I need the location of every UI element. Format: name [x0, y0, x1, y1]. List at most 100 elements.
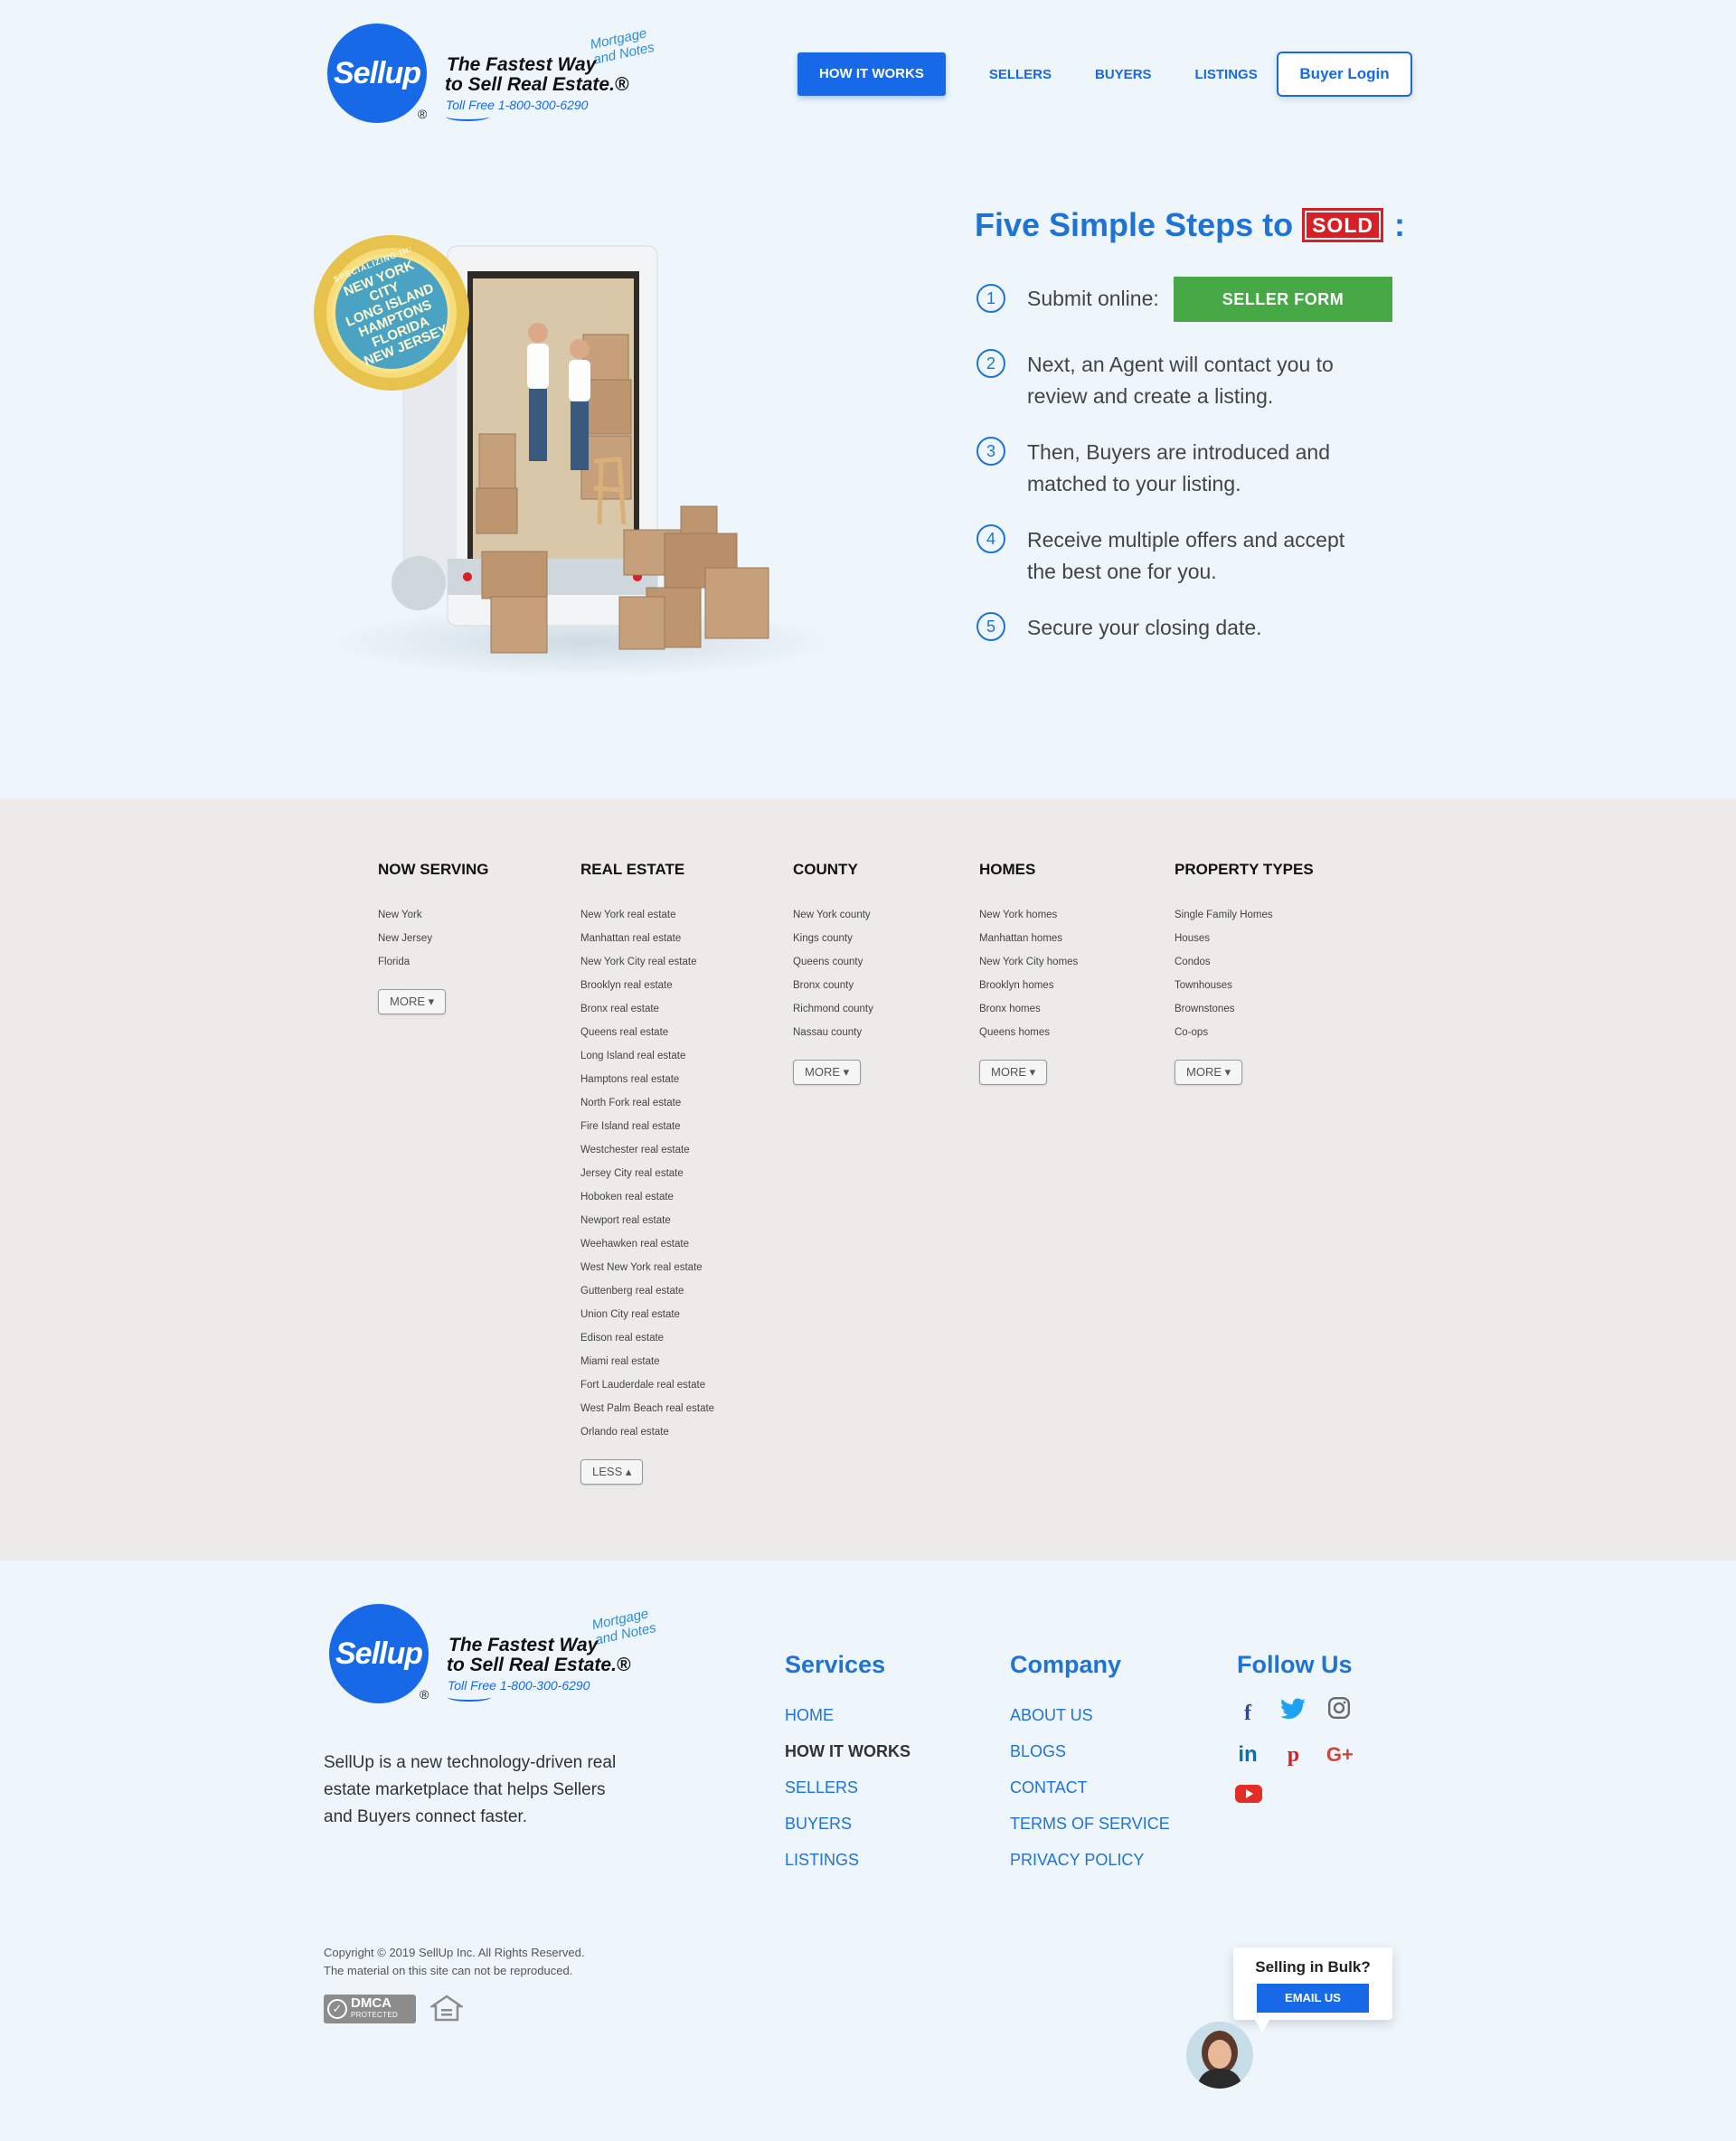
- directory-link[interactable]: Queens homes: [979, 1025, 1078, 1049]
- steps-heading-text: Five Simple Steps to: [975, 206, 1294, 243]
- nav-listings[interactable]: LISTINGS: [1195, 67, 1258, 82]
- less-button[interactable]: LESS ▴: [580, 1459, 644, 1485]
- logo-badge: Sellup: [327, 24, 427, 123]
- copyright-line-2: The material on this site can not be rep…: [324, 1964, 573, 1977]
- directory-link[interactable]: New York City homes: [979, 955, 1078, 978]
- footer-link-privacy[interactable]: PRIVACY POLICY: [1010, 1842, 1170, 1878]
- directory-link[interactable]: New York county: [793, 908, 873, 931]
- directory-link[interactable]: Orlando real estate: [580, 1425, 714, 1448]
- directory-link[interactable]: Hoboken real estate: [580, 1190, 714, 1213]
- directory-link[interactable]: New Jersey: [378, 931, 488, 955]
- facebook-icon[interactable]: f: [1235, 1701, 1260, 1726]
- directory-link[interactable]: Brooklyn homes: [979, 978, 1078, 1002]
- directory-link[interactable]: Queens county: [793, 955, 873, 978]
- buyer-login-button[interactable]: Buyer Login: [1277, 52, 1412, 97]
- sold-sign: SOLD: [1302, 208, 1383, 242]
- copyright-line-1: Copyright © 2019 SellUp Inc. All Rights …: [324, 1946, 585, 1959]
- directory-link[interactable]: Kings county: [793, 931, 873, 955]
- linkedin-icon[interactable]: in: [1235, 1742, 1260, 1768]
- instagram-icon[interactable]: [1326, 1696, 1352, 1721]
- directory-link[interactable]: Richmond county: [793, 1002, 873, 1025]
- directory-link[interactable]: New York City real estate: [580, 955, 714, 978]
- footer-link-about[interactable]: ABOUT US: [1010, 1697, 1170, 1733]
- directory-link[interactable]: Houses: [1175, 931, 1314, 955]
- directory-link[interactable]: Fire Island real estate: [580, 1119, 714, 1143]
- pinterest-icon[interactable]: p: [1280, 1742, 1306, 1768]
- step-text: Secure your closing date.: [1027, 616, 1262, 639]
- footer-link-sellers[interactable]: SELLERS: [785, 1769, 910, 1806]
- directory-link[interactable]: Fort Lauderdale real estate: [580, 1378, 714, 1401]
- dmca-badge[interactable]: ✓ DMCA PROTECTED: [324, 1995, 416, 2023]
- directory-link[interactable]: Guttenberg real estate: [580, 1284, 714, 1307]
- more-button[interactable]: MORE ▾: [793, 1060, 862, 1085]
- about-text: SellUp is a new technology-driven real e…: [324, 1753, 617, 1826]
- nav-buyers[interactable]: BUYERS: [1095, 67, 1152, 82]
- directory-link[interactable]: Single Family Homes: [1175, 908, 1314, 931]
- footer-link-contact[interactable]: CONTACT: [1010, 1769, 1170, 1806]
- directory-link[interactable]: Newport real estate: [580, 1213, 714, 1237]
- footer-link-home[interactable]: HOME: [785, 1697, 910, 1733]
- directory-link[interactable]: Long Island real estate: [580, 1049, 714, 1072]
- directory-link[interactable]: Manhattan real estate: [580, 931, 714, 955]
- directory-link[interactable]: Bronx homes: [979, 1002, 1078, 1025]
- footer-logo[interactable]: Sellup ® Mortgage and Notes The Fastest W…: [329, 1604, 691, 1712]
- directory-link[interactable]: Brownstones: [1175, 1002, 1314, 1025]
- step-4: 4 Receive multiple offers and accept the…: [976, 524, 1353, 588]
- nav-sellers[interactable]: SELLERS: [989, 67, 1052, 82]
- more-button[interactable]: MORE ▾: [1175, 1060, 1243, 1085]
- footer-link-blogs[interactable]: BLOGS: [1010, 1733, 1170, 1769]
- more-button[interactable]: MORE ▾: [979, 1060, 1048, 1085]
- logo-registered-mark: ®: [418, 107, 428, 121]
- directory-link[interactable]: West Palm Beach real estate: [580, 1401, 714, 1425]
- bulk-popup-tail: [1255, 2020, 1269, 2033]
- directory-link[interactable]: Miami real estate: [580, 1354, 714, 1378]
- directory-link[interactable]: New York real estate: [580, 908, 714, 931]
- logo-tagline-1: The Fastest Way: [448, 1635, 599, 1655]
- youtube-icon[interactable]: [1235, 1784, 1262, 1809]
- footer-link-buyers[interactable]: BUYERS: [785, 1806, 910, 1842]
- directory-link[interactable]: New York: [378, 908, 488, 931]
- footer-link-terms[interactable]: TERMS OF SERVICE: [1010, 1806, 1170, 1842]
- directory-link[interactable]: Union City real estate: [580, 1307, 714, 1331]
- directory-link[interactable]: West New York real estate: [580, 1260, 714, 1284]
- footer-link-how-it-works[interactable]: HOW IT WORKS: [785, 1733, 910, 1769]
- step-text: Then, Buyers are introduced and matched …: [1027, 440, 1330, 495]
- directory-link[interactable]: Townhouses: [1175, 978, 1314, 1002]
- step-number: 5: [976, 612, 1005, 641]
- steps-colon: :: [1393, 206, 1405, 243]
- directory-link[interactable]: Condos: [1175, 955, 1314, 978]
- directory-link[interactable]: Weehawken real estate: [580, 1237, 714, 1260]
- directory-link[interactable]: Westchester real estate: [580, 1143, 714, 1166]
- services-column: Services HOME HOW IT WORKS SELLERS BUYER…: [785, 1651, 910, 1878]
- directory-link[interactable]: Nassau county: [793, 1025, 873, 1049]
- directory-link[interactable]: Jersey City real estate: [580, 1166, 714, 1190]
- directory-link[interactable]: Co-ops: [1175, 1025, 1314, 1049]
- logo-swoosh: [446, 112, 489, 121]
- steps-heading: Five Simple Steps to SOLD :: [975, 206, 1405, 244]
- directory-link[interactable]: Florida: [378, 955, 488, 978]
- more-button[interactable]: MORE ▾: [378, 989, 447, 1014]
- directory-link[interactable]: Queens real estate: [580, 1025, 714, 1049]
- directory-link[interactable]: North Fork real estate: [580, 1096, 714, 1119]
- footer-link-listings[interactable]: LISTINGS: [785, 1842, 910, 1878]
- google-plus-icon[interactable]: G+: [1326, 1742, 1354, 1768]
- email-us-button[interactable]: EMAIL US: [1257, 1984, 1369, 2013]
- social-icons: f in p G+: [1235, 1696, 1398, 1825]
- dmca-text: DMCA PROTECTED: [351, 1995, 399, 2019]
- agent-avatar[interactable]: [1186, 2022, 1253, 2089]
- seller-form-button[interactable]: SELLER FORM: [1174, 277, 1392, 322]
- nav-how-it-works[interactable]: HOW IT WORKS: [797, 52, 946, 96]
- directory-link[interactable]: Brooklyn real estate: [580, 978, 714, 1002]
- header-logo[interactable]: Sellup ® Mortgage and Notes The Fastest W…: [327, 24, 689, 132]
- directory-link[interactable]: Edison real estate: [580, 1331, 714, 1354]
- directory-link[interactable]: Bronx real estate: [580, 1002, 714, 1025]
- directory-link[interactable]: Bronx county: [793, 978, 873, 1002]
- directory-link[interactable]: Manhattan homes: [979, 931, 1078, 955]
- directory-column: HOMES New York homes Manhattan homes New…: [979, 861, 1078, 1085]
- copyright: Copyright © 2019 SellUp Inc. All Rights …: [324, 1944, 585, 1980]
- twitter-icon[interactable]: [1280, 1698, 1307, 1723]
- column-title: REAL ESTATE: [580, 861, 685, 878]
- logo-badge: Sellup: [329, 1604, 429, 1703]
- directory-link[interactable]: New York homes: [979, 908, 1078, 931]
- directory-link[interactable]: Hamptons real estate: [580, 1072, 714, 1096]
